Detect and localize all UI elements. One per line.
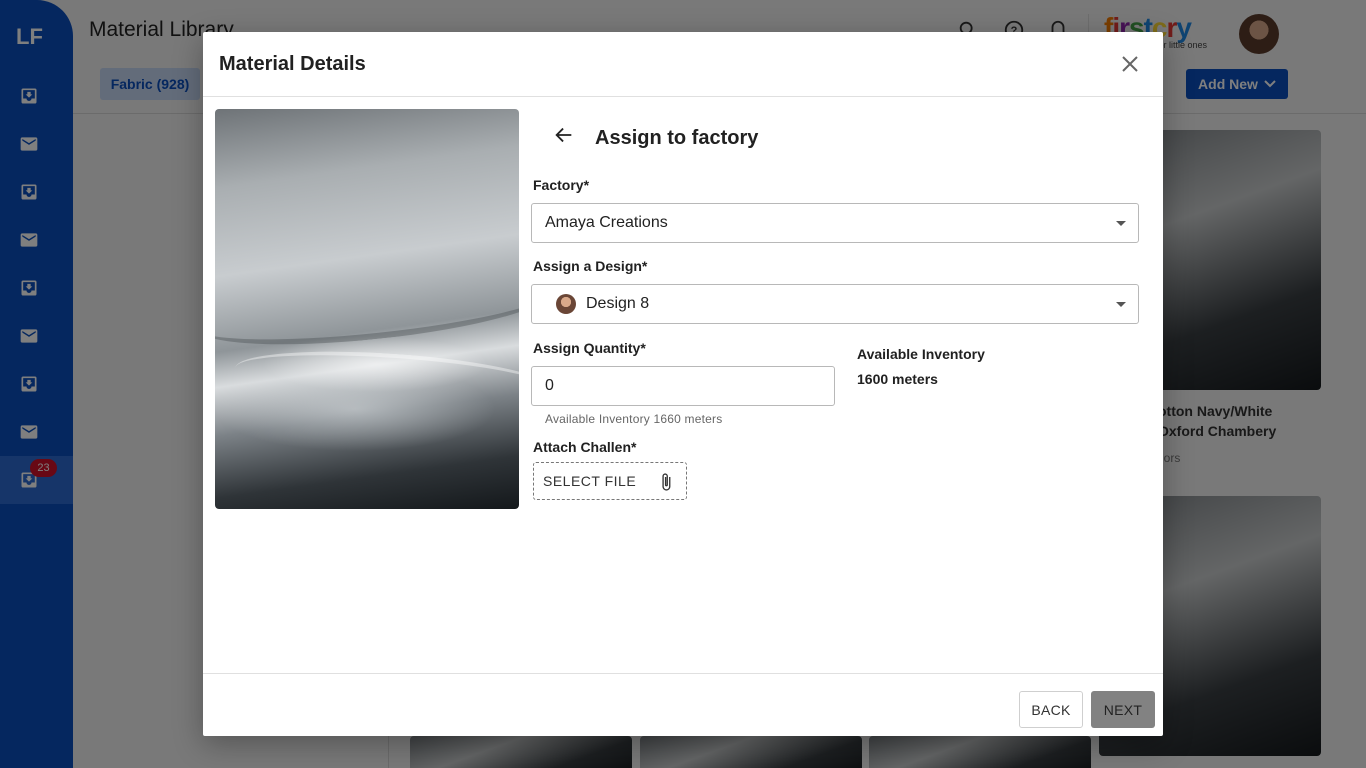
select-file-button[interactable]: SELECT FILE <box>533 462 687 500</box>
modal-title: Material Details <box>219 53 366 75</box>
paperclip-icon <box>662 473 671 491</box>
modal-header-divider <box>203 96 1163 97</box>
fabric-image <box>215 109 519 509</box>
factory-select[interactable]: Amaya Creations <box>531 203 1139 243</box>
section-title: Assign to factory <box>595 127 759 149</box>
dropdown-arrow-icon <box>1116 302 1126 307</box>
design-select[interactable]: Design 8 <box>531 284 1139 324</box>
challan-label: Attach Challen* <box>533 439 637 455</box>
available-inventory-value: 1600 meters <box>857 371 938 387</box>
design-label: Assign a Design* <box>533 258 648 274</box>
select-file-label: SELECT FILE <box>543 473 637 489</box>
quantity-label: Assign Quantity* <box>533 340 646 356</box>
material-details-modal: Material Details Assign to factory Facto… <box>203 32 1163 736</box>
arrow-back-icon[interactable] <box>553 124 575 146</box>
design-avatar <box>556 294 576 314</box>
dropdown-arrow-icon <box>1116 221 1126 226</box>
factory-value: Amaya Creations <box>545 214 668 231</box>
next-button[interactable]: NEXT <box>1091 691 1155 728</box>
close-icon[interactable] <box>1120 54 1140 74</box>
modal-footer-divider <box>203 673 1163 674</box>
quantity-input[interactable] <box>531 366 835 406</box>
factory-label: Factory* <box>533 177 590 193</box>
back-button[interactable]: BACK <box>1019 691 1083 728</box>
design-value: Design 8 <box>586 295 650 312</box>
available-inventory-label: Available Inventory <box>857 346 985 362</box>
quantity-helper-text: Available Inventory 1660 meters <box>545 412 723 426</box>
